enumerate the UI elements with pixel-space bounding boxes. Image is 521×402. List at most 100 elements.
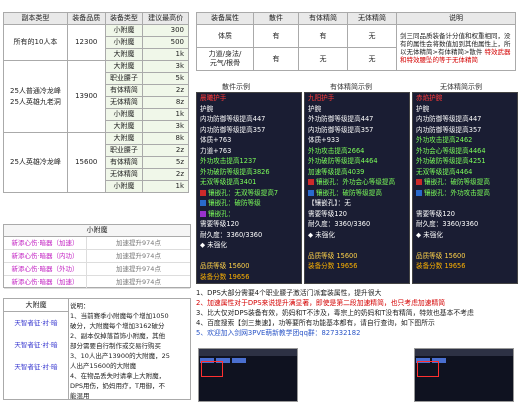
gem-slot-icon <box>308 179 314 185</box>
header-dungeon-type: 副本类型 <box>3 12 68 25</box>
gem-slot-icon <box>200 210 206 217</box>
item-stat-line: 力道+763 <box>200 146 232 155</box>
gear-type: 无体精简 <box>104 168 144 181</box>
note-line: 2、加速属性对于DPS来说提升满显著，即使是第二段加速精简，也只考虑加速精简 <box>196 299 446 307</box>
item-stat-line: ◆ 未强化 <box>308 230 335 239</box>
max-price: 5z <box>142 156 189 169</box>
enchant-name: 新添心伤·暗器（外功） <box>4 263 87 275</box>
big-enchant-desc-line: 2、副本仅掉落首饰小附魔，其他 <box>70 332 166 340</box>
gear-type: 小附魔 <box>104 180 144 193</box>
enchant-effect: 加速提升974点 <box>116 239 161 247</box>
attr-name: 力道/身法/ 元气/根骨 <box>196 47 254 71</box>
quality: 13900 <box>66 60 106 133</box>
note-line: 3、比大仅对DPS装备有效，奶妈和T不涉及，毒宗上的奶妈和T没有精简，特效也基本… <box>196 309 474 317</box>
gem-slot-icon <box>308 189 314 196</box>
gem-slot-text: 镶嵌孔：外功会心等级提高 <box>316 178 396 186</box>
item-stat-line: 耐久度：3360/3360 <box>416 220 479 228</box>
panel-title-loose: 散件示例 <box>222 83 250 91</box>
max-price: 1k <box>142 180 189 193</box>
item-stat-line: 外功攻击提高2462 <box>416 136 473 144</box>
enchant-effect: 加速提升974点 <box>116 252 161 260</box>
big-enchant-item: 天智者征·衬·暗 <box>14 363 58 371</box>
screenshot-right <box>414 348 514 402</box>
gear-type: 小附魔 <box>104 24 144 37</box>
max-price: 3k <box>142 120 189 133</box>
item-stat-line: 镶嵌孔：破防等级提高 <box>305 188 409 199</box>
item-stat-line: 镶嵌孔：破防等级提高 <box>413 177 517 188</box>
item-stat-line: 镶嵌孔：外功会心等级提高 <box>305 177 409 188</box>
gem-slot-text: 镶嵌孔：破防等级 <box>208 199 261 207</box>
big-enchant-desc-line: 破分，大附魔每个增加3162破分 <box>70 322 165 330</box>
dungeon-type: 所有的10人本 <box>3 24 68 61</box>
big-enchant-item: 天智者征·衬·暗 <box>14 341 58 349</box>
item-stat-line: 体质+933 <box>308 136 340 144</box>
item-stat-line: 镶嵌孔： <box>197 209 301 220</box>
gem-slot-text: 镶嵌孔：外功攻击提高 <box>424 188 490 197</box>
gem-slot-text: 镶嵌孔：破防等级提高 <box>424 178 490 186</box>
item-stat-line: 镶嵌孔：外功攻击提高 <box>413 188 517 199</box>
dungeon-type: 25人普通冷龙峰 25人英雄九老洞 <box>3 60 68 133</box>
note-line: 1、DPS大部分需要4个职业腰子激活门派套装属性，提升很大 <box>196 289 382 297</box>
item-panel-has-vit: 九阳护手 护腕 外功防御等级提高447 内功防御等级提高357 体质+933 外功攻击提高… <box>304 92 410 284</box>
item-stat-line: 外功破防等级提高3826 <box>200 167 270 176</box>
item-stat-line: 外功破防等级提高4251 <box>416 157 486 165</box>
item-stat-line: 外功攻击提高1237 <box>200 157 257 165</box>
gear-type: 小附魔 <box>104 36 144 49</box>
header-max-price: 建议最高价 <box>142 12 189 25</box>
header-no-vit: 无体精简 <box>347 12 397 25</box>
max-price: 2z <box>142 84 189 97</box>
item-stat-line: 需要等级120 <box>200 220 239 228</box>
gear-type: 无体精简 <box>104 96 144 109</box>
item-stat-line: 内功防御等级提高357 <box>308 125 374 134</box>
item-stat-line: 需要等级120 <box>308 209 347 218</box>
item-stat-line: 体质+763 <box>200 136 232 144</box>
item-stat-line: 装备分数 19656 <box>308 262 358 270</box>
gear-type: 大附魔 <box>104 120 144 133</box>
max-price: 1k <box>142 48 189 61</box>
item-stat-line: ◆ 未强化 <box>200 241 227 249</box>
enchant-row: 新添心伤·暗器（内功） 加速提升974点 <box>4 250 190 263</box>
highlight-box <box>417 361 439 377</box>
panel-title-no-vit: 无体精简示例 <box>440 83 482 91</box>
item-stat-line: 耐久度：3360/3360 <box>308 220 371 228</box>
note-line: 5、欢迎加入剑网3PVE萌新教学团qq群：827332182 <box>196 329 361 337</box>
attr-description: 剑三同品质装备计分值和权重相同，没有的属性会将数值加到其他属性上，所以无体精简>… <box>396 24 516 71</box>
big-enchant-desc-line: DPS用伤，奶妈用疗，T用御，不 <box>70 382 166 390</box>
header-quality: 装备品质 <box>66 12 106 25</box>
table-row: 25人普通冷龙峰 25人英雄九老洞 13900 大附魔 3k <box>3 60 189 133</box>
max-price: 500 <box>142 36 189 49</box>
header-description: 说明 <box>396 12 516 25</box>
big-enchant-item: 天智者征·衬·暗 <box>14 319 58 327</box>
enchant-row: 新添心伤·暗器（外功） 加速提升974点 <box>4 263 190 276</box>
attr-no-vit: 无 <box>347 47 397 71</box>
max-price: 2z <box>142 144 189 157</box>
item-stat-line: 护腕 <box>416 104 430 113</box>
attr-loose: 有 <box>253 24 299 48</box>
item-stat-line: 晨曦护手 <box>200 94 227 102</box>
item-stat-line: 镶嵌孔：无双等级提高7 <box>197 188 301 199</box>
attr-has-vit: 有 <box>298 24 348 48</box>
gem-slot-text: 镶嵌孔：破防等级提高 <box>316 188 382 197</box>
item-stat-line <box>413 198 517 209</box>
dungeon-type: 25人英雄冷龙峰 <box>3 132 68 193</box>
enchant-name: 新添心伤·暗器（加速） <box>4 276 87 288</box>
enchant-row: 新添心伤·暗器（加速） 加速提升974点 <box>4 276 190 289</box>
header-gear-type: 装备类型 <box>104 12 144 25</box>
item-stat-line: 内功防御等级提高447 <box>200 115 266 123</box>
item-stat-line: 品质等级 15600 <box>416 251 466 260</box>
gear-type: 职业腰子 <box>104 72 144 85</box>
big-enchant-desc-title: 说明： <box>70 302 90 310</box>
item-stat-line: 镶嵌孔：破防等级 <box>197 198 301 209</box>
gear-type: 大附魔 <box>104 60 144 73</box>
attr-name: 体质 <box>196 24 254 48</box>
item-stat-line <box>413 240 517 251</box>
gear-type: 大附魔 <box>104 132 144 145</box>
attr-loose: 有 <box>253 47 299 71</box>
enchant-row: 新添心伤·暗器（加速） 加速提升974点 <box>4 237 190 250</box>
item-stat-line <box>305 240 409 251</box>
item-stat-line: ◆ 未强化 <box>416 230 443 239</box>
item-stat-line: 品质等级 15600 <box>308 251 358 260</box>
item-stat-line: 九阳护手 <box>308 94 335 102</box>
gear-type: 有体精简 <box>104 84 144 97</box>
big-enchant-desc-line: 部分需要自行制作或交易行购买 <box>70 342 161 350</box>
